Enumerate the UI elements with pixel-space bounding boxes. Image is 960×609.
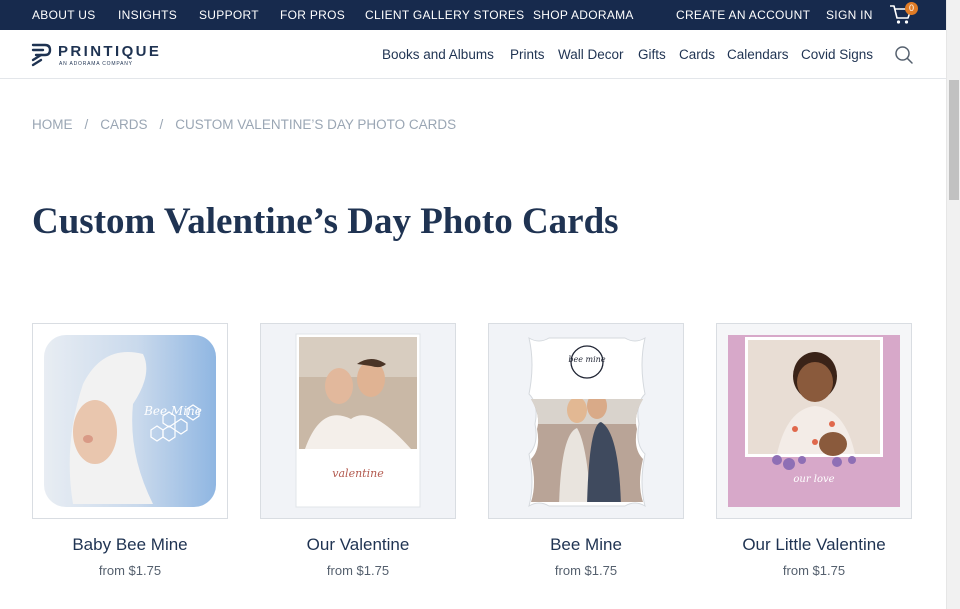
printique-logo[interactable]: PRINTIQUE AN ADORAMA COMPANY: [30, 39, 165, 71]
product-image[interactable]: valentine: [260, 323, 456, 519]
logo-wordmark: PRINTIQUE: [58, 43, 162, 60]
card-design-text: bee mine: [568, 355, 606, 364]
nav-prints[interactable]: Prints: [510, 47, 545, 62]
topbar-client-gallery-stores[interactable]: CLIENT GALLERY STORES: [365, 8, 524, 22]
breadcrumb: HOME / CARDS / CUSTOM VALENTINE’S DAY PHOTO …: [32, 117, 456, 132]
product-name[interactable]: Baby Bee Mine: [32, 535, 228, 555]
breadcrumb-separator: /: [84, 117, 89, 132]
topbar-insights[interactable]: INSIGHTS: [118, 8, 177, 22]
search-icon: [895, 46, 913, 64]
product-name[interactable]: Our Little Valentine: [716, 535, 912, 555]
product-price: from $1.75: [554, 563, 618, 578]
product-price: from $1.75: [98, 563, 162, 578]
product-card-our-little-valentine[interactable]: our love Our Little Valentine from $1.75: [716, 323, 912, 578]
product-image[interactable]: bee mine: [488, 323, 684, 519]
nav-books-and-albums[interactable]: Books and Albums: [382, 47, 494, 62]
nav-wall-decor[interactable]: Wall Decor: [558, 47, 624, 62]
nav-gifts[interactable]: Gifts: [638, 47, 666, 62]
card-design-text: valentine: [332, 467, 384, 480]
cart-button[interactable]: 0: [889, 2, 919, 27]
topbar-shop-adorama[interactable]: SHOP ADORAMA: [533, 8, 634, 22]
nav-covid-signs[interactable]: Covid Signs: [801, 47, 873, 62]
page-scrollbar[interactable]: [946, 0, 960, 609]
product-price: from $1.75: [326, 563, 390, 578]
product-image[interactable]: Bee Mine: [32, 323, 228, 519]
card-design-text: our love: [793, 474, 835, 485]
cart-count-badge: 0: [905, 2, 918, 15]
product-name[interactable]: Our Valentine: [260, 535, 456, 555]
product-name[interactable]: Bee Mine: [488, 535, 684, 555]
topbar-sign-in[interactable]: SIGN IN: [826, 8, 873, 22]
nav-calendars[interactable]: Calendars: [727, 47, 789, 62]
product-image[interactable]: our love: [716, 323, 912, 519]
page-title: Custom Valentine’s Day Photo Cards: [32, 201, 619, 242]
main-header: PRINTIQUE AN ADORAMA COMPANY Books and A…: [0, 30, 946, 79]
printique-logo-icon: [31, 43, 52, 67]
breadcrumb-cards[interactable]: CARDS: [100, 117, 147, 132]
scrollbar-thumb[interactable]: [949, 80, 959, 200]
logo-tagline: AN ADORAMA COMPANY: [59, 61, 133, 67]
topbar-create-account[interactable]: CREATE AN ACCOUNT: [676, 8, 810, 22]
breadcrumb-home[interactable]: HOME: [32, 117, 73, 132]
topbar-support[interactable]: SUPPORT: [199, 8, 259, 22]
card-design-text: Bee Mine: [144, 404, 202, 418]
nav-cards[interactable]: Cards: [679, 47, 715, 62]
topbar-about-us[interactable]: ABOUT US: [32, 8, 96, 22]
topbar-for-pros[interactable]: FOR PROS: [280, 8, 345, 22]
top-utility-bar: ABOUT US INSIGHTS SUPPORT FOR PROS CLIEN…: [0, 0, 946, 30]
product-price: from $1.75: [782, 563, 846, 578]
product-card-bee-mine[interactable]: bee mine Bee Mine from $1.75: [488, 323, 684, 578]
product-card-baby-bee-mine[interactable]: Bee Mine Baby Bee Mine from $1.75: [32, 323, 228, 578]
breadcrumb-current: CUSTOM VALENTINE’S DAY PHOTO CARDS: [175, 117, 457, 132]
breadcrumb-separator: /: [159, 117, 164, 132]
product-card-our-valentine[interactable]: valentine Our Valentine from $1.75: [260, 323, 456, 578]
search-button[interactable]: [894, 45, 914, 65]
